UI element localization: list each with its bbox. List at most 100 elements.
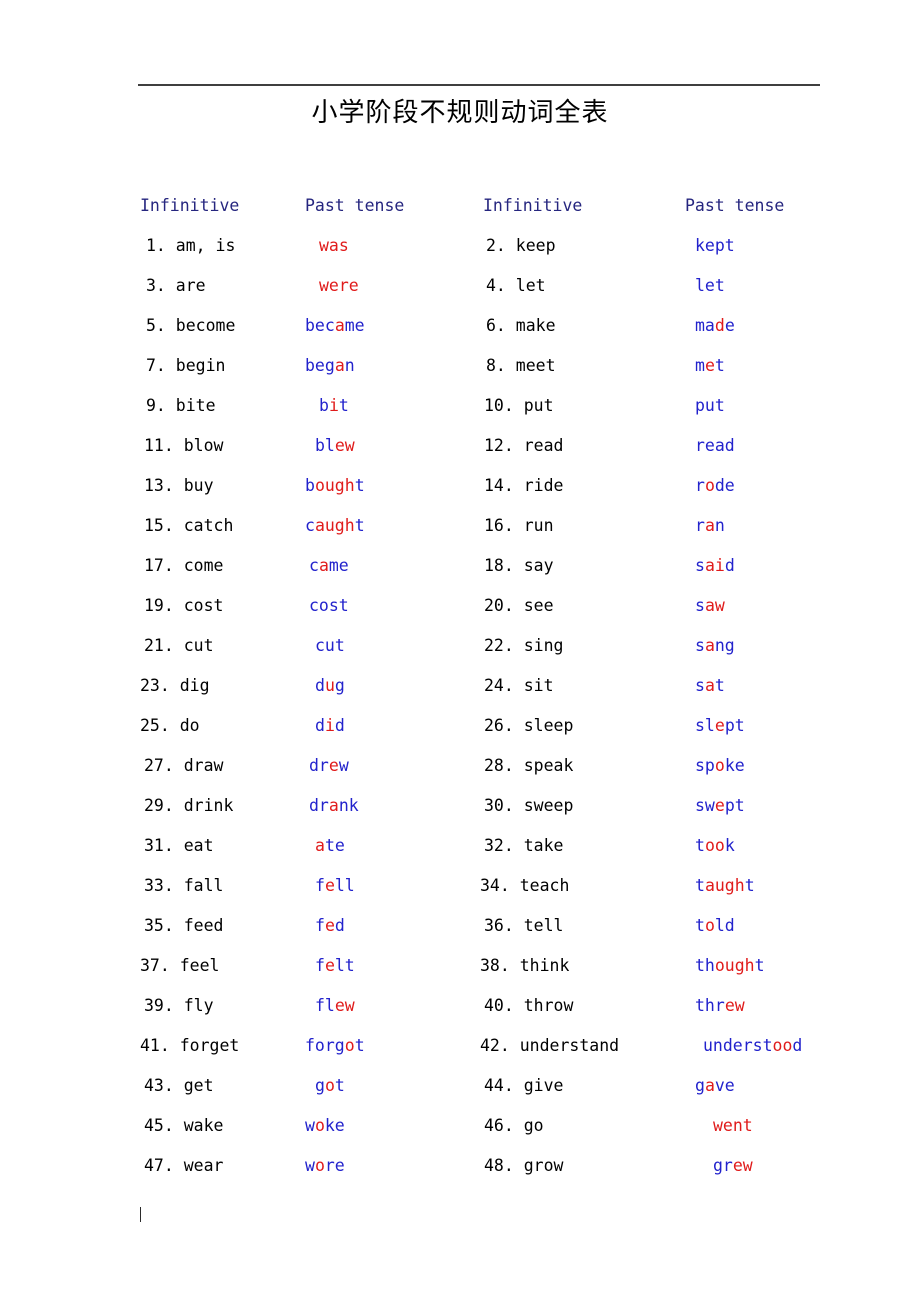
infinitive-cell: 37. feel [140,956,220,975]
past-tense-cell: fell [315,876,355,896]
past-tense-base: t [695,876,705,895]
past-tense-cell: were [319,276,359,296]
past-tense-highlight: e [324,956,335,975]
past-tense-base: cut [315,636,345,655]
past-tense-highlight: augh [314,516,355,535]
past-tense-cell: flew [315,996,355,1016]
table-row: 25. do did 26. sleep slept [0,716,920,756]
infinitive-cell: 3. are [146,276,206,295]
table-row: 17. come came 18. say said [0,556,920,596]
past-tense-cell: threw [695,996,745,1016]
past-tense-base: b [305,476,315,495]
past-tense-cell: caught [305,516,365,536]
past-tense-cell: rode [695,476,735,496]
past-tense-cell: became [305,316,365,336]
past-tense-base: te [324,836,345,855]
past-tense-cell: put [695,396,725,416]
infinitive-cell: 31. eat [144,836,214,855]
past-tense-highlight: a [704,636,715,655]
past-tense-base: t [695,916,705,935]
past-tense-cell: swept [695,796,745,816]
infinitive-cell: 9. bite [146,396,216,415]
past-tense-base: lt [334,956,355,975]
past-tense-base: ke [324,1116,345,1135]
infinitive-cell: 17. come [144,556,224,575]
infinitive-cell: 25. do [140,716,200,735]
infinitive-cell: 30. sweep [484,796,574,815]
infinitive-cell: 40. throw [484,996,574,1015]
infinitive-cell: 20. see [484,596,554,615]
past-tense-highlight: ew [724,996,745,1015]
past-tense-highlight: o [344,1036,355,1055]
infinitive-cell: 13. buy [144,476,214,495]
past-tense-base: me [344,316,365,335]
past-tense-cell: thought [695,956,765,976]
past-tense-base: g [334,676,345,695]
past-tense-base: c [305,516,315,535]
infinitive-cell: 35. feed [144,916,224,935]
past-tense-highlight: a [315,836,325,855]
document-page: 小学阶段不规则动词全表 Infinitive Past tense Infini… [0,0,920,1302]
past-tense-base: w [338,756,349,775]
past-tense-base: d [792,1036,803,1055]
infinitive-cell: 42. understand [480,1036,620,1055]
past-tense-highlight: e [714,716,725,735]
past-tense-base: r [695,516,705,535]
past-tense-highlight: a [704,1076,715,1095]
past-tense-cell: was [319,236,349,256]
past-tense-cell: woke [305,1116,345,1136]
past-tense-cell: began [305,356,355,376]
table-row: 35. feed fed 36. tell told [0,916,920,956]
infinitive-cell: 38. think [480,956,570,975]
past-tense-highlight: augh [704,876,745,895]
past-tense-cell: said [695,556,735,576]
past-tense-base: n [344,356,355,375]
past-tense-cell: drank [309,796,359,816]
table-row: 11. blow blew 12. read read [0,436,920,476]
past-tense-cell: felt [315,956,355,976]
past-tense-cell: saw [695,596,725,616]
table-row: 3. are were 4. let let [0,276,920,316]
past-tense-cell: cost [309,596,349,616]
past-tense-base: bec [305,316,335,335]
table-row: 33. fall fell 34. teach taught [0,876,920,916]
past-tense-highlight: i [324,716,335,735]
header-rule [138,84,820,86]
column-header-past-tense-2: Past tense [685,196,785,215]
table-row: 29. drink drank 30. sweep swept [0,796,920,836]
past-tense-cell: told [695,916,735,936]
infinitive-cell: 12. read [484,436,564,455]
past-tense-base: t [714,676,725,695]
infinitive-cell: 46. go [484,1116,544,1135]
past-tense-cell: bit [319,396,349,416]
past-tense-highlight: o [704,916,715,935]
past-tense-base: s [695,636,705,655]
infinitive-cell: 15. catch [144,516,234,535]
past-tense-highlight: a [704,516,715,535]
past-tense-highlight: e [714,796,725,815]
past-tense-highlight: o [324,1076,335,1095]
past-tense-highlight: aw [704,596,725,615]
past-tense-base: d [334,916,345,935]
text-caret [140,1207,141,1222]
past-tense-base: s [695,596,705,615]
past-tense-highlight: were [319,276,359,295]
past-tense-base: t [695,836,705,855]
past-tense-base: k [724,836,735,855]
infinitive-cell: 32. take [484,836,564,855]
column-header-infinitive-2: Infinitive [483,196,583,215]
infinitive-cell: 26. sleep [484,716,574,735]
past-tense-base: dr [309,796,329,815]
past-tense-base: ng [714,636,735,655]
infinitive-cell: 18. say [484,556,554,575]
column-header-past-tense-1: Past tense [305,196,405,215]
past-tense-highlight: ew [334,436,355,455]
past-tense-base: de [714,476,735,495]
table-row: 41. forget forgot 42. understand understood [0,1036,920,1076]
column-header-infinitive-1: Infinitive [140,196,240,215]
past-tense-base: kept [695,236,735,255]
past-tense-base: pt [724,796,745,815]
past-tense-base: t [744,876,755,895]
past-tense-cell: forgot [305,1036,365,1056]
infinitive-cell: 1. am, is [146,236,236,255]
